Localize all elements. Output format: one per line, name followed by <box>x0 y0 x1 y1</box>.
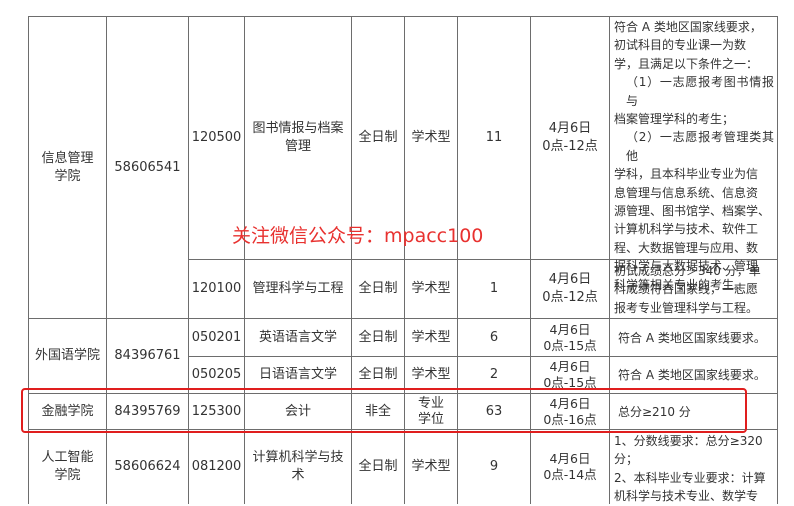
degree-type: 学术型 <box>411 459 451 474</box>
major-name: 计算机科学与技 术 <box>252 450 344 483</box>
major-name: 管理科学与工程 <box>252 281 344 296</box>
grid-line <box>609 16 610 504</box>
requirement-text: 符合 A 类地区国家线要求。 <box>618 368 766 382</box>
requirement-text: 符合 A 类地区国家线要求。 <box>618 330 766 345</box>
study-mode: 全日制 <box>358 329 398 345</box>
requirement-text: 初试成绩总分＞340 分，单 科成绩符合国家线，一志愿 报考专业管理科学与工程。 <box>614 264 761 315</box>
requirement-text: 符合 A 类地区国家线要求， 初试科目的专业课一为数 学，且满足以下条件之一： … <box>614 20 774 292</box>
contact-phone: 84396761 <box>114 348 181 363</box>
enrollment-count: 63 <box>485 403 503 419</box>
enrollment-count: 2 <box>489 367 499 382</box>
major-code: 081200 <box>191 459 242 474</box>
admission-table: 信息管理 学院 58606541 120500 图书情报与档案 管理 全日制 学… <box>0 0 794 504</box>
degree-type: 学术型 <box>411 367 451 382</box>
major-name: 日语语言文学 <box>258 367 337 382</box>
grid-line <box>777 16 778 504</box>
enrollment-count: 6 <box>489 329 499 345</box>
submission-time: 4月6日 0点-14点 <box>543 451 597 482</box>
college-name: 人工智能 学院 <box>41 450 94 483</box>
study-mode: 全日制 <box>358 459 398 474</box>
watermark-text: 关注微信公众号：mpacc100 <box>232 225 484 247</box>
college-name: 外国语学院 <box>34 348 100 363</box>
submission-time: 4月6日 0点-15点 <box>543 359 597 390</box>
degree-type: 学术型 <box>411 329 451 345</box>
degree-type: 专业 学位 <box>417 395 444 427</box>
major-name: 英语语言文学 <box>258 329 337 345</box>
major-code: 050205 <box>191 367 242 382</box>
enrollment-count: 9 <box>489 459 499 474</box>
major-name: 会计 <box>284 403 311 419</box>
major-code: 125300 <box>191 403 242 419</box>
study-mode: 全日制 <box>358 367 398 382</box>
study-mode: 非全 <box>364 403 391 419</box>
study-mode: 全日制 <box>358 281 398 296</box>
enrollment-count: 1 <box>489 281 499 296</box>
degree-type: 学术型 <box>411 281 451 296</box>
submission-time: 4月6日 0点-12点 <box>542 121 598 154</box>
requirement-text: 1、分数线要求：总分≥320 分； 2、本科毕业专业要求：计算 机科学与技术专业… <box>614 434 766 504</box>
contact-phone: 58606624 <box>114 459 181 474</box>
submission-time: 4月6日 0点-12点 <box>542 272 598 305</box>
major-code: 050201 <box>191 329 242 345</box>
contact-phone: 84395769 <box>114 403 181 419</box>
submission-time: 4月6日 0点-16点 <box>543 395 597 427</box>
requirement-text: 总分≥210 分 <box>618 404 691 419</box>
submission-time: 4月6日 0点-15点 <box>543 321 597 353</box>
major-code: 120100 <box>191 281 242 296</box>
college-name: 信息管理 学院 <box>41 150 94 184</box>
college-name: 金融学院 <box>41 403 94 419</box>
contact-phone: 58606541 <box>114 159 181 175</box>
